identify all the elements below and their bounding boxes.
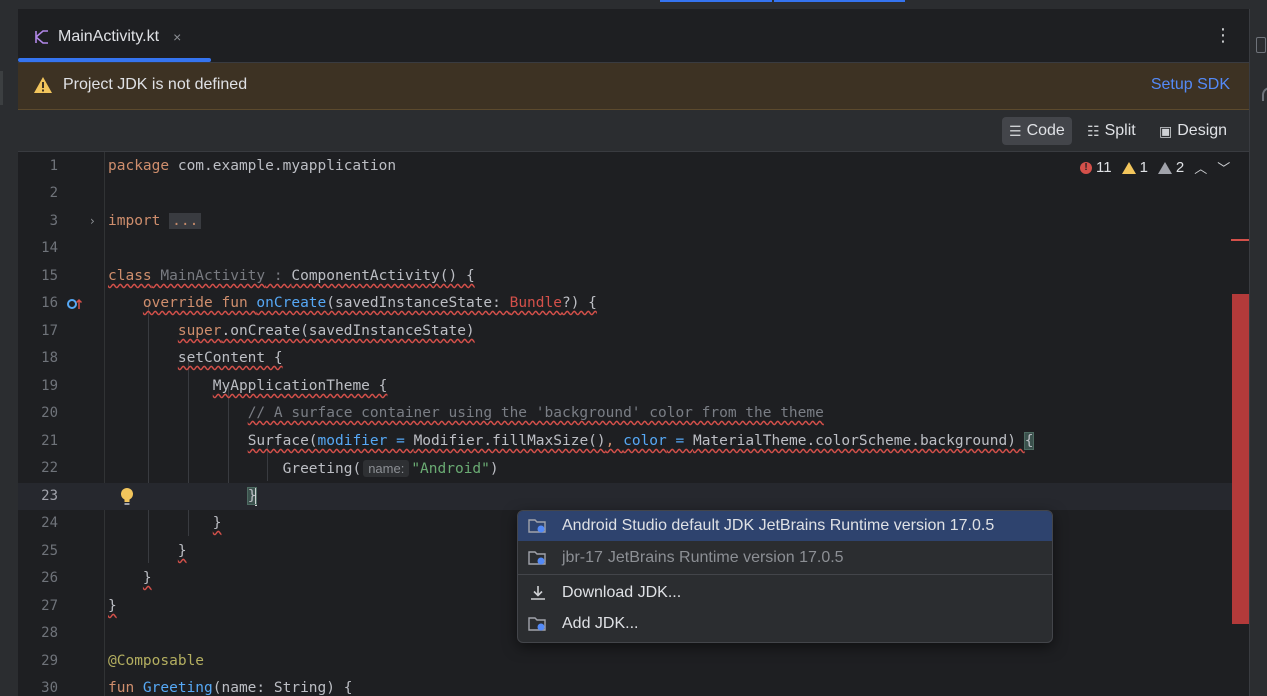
code-line: 17 super.onCreate(savedInstanceState) <box>41 323 475 339</box>
code-line: 20 // A surface container using the 'bac… <box>41 405 824 421</box>
setup-sdk-link[interactable]: Setup SDK <box>1151 76 1230 94</box>
design-mode-button[interactable]: ▣ Design <box>1152 117 1234 145</box>
jdk-warning-banner: Project JDK is not defined Setup SDK <box>18 63 1249 110</box>
code-line: 18 setContent { <box>41 350 283 366</box>
code-line: 14 <box>41 240 58 256</box>
code-line: 1 package com.example.myapplication <box>49 158 397 174</box>
banner-message: Project JDK is not defined <box>63 76 248 93</box>
editor-tab-bar: MainActivity.kt × ⋮ <box>18 9 1249 63</box>
close-icon[interactable]: × <box>173 29 181 45</box>
left-tool-strip <box>0 9 18 696</box>
fold-expand-icon[interactable]: › <box>90 208 95 235</box>
code-line: 15 class MainActivity : ComponentActivit… <box>41 268 475 284</box>
code-line: 16 override fun onCreate(savedInstanceSt… <box>41 295 597 311</box>
download-icon <box>531 586 545 600</box>
error-marker[interactable] <box>1231 239 1249 241</box>
jdk-option-default[interactable]: Android Studio default JDK JetBrains Run… <box>518 511 1052 541</box>
code-line: 2 <box>49 185 58 201</box>
code-line: 21 Surface(modifier = Modifier.fillMaxSi… <box>41 432 1035 450</box>
active-tab-indicator <box>18 58 211 62</box>
design-mode-label: Design <box>1177 122 1228 139</box>
editor-mode-bar: ☰ Code ☷ Split ▣ Design <box>18 110 1249 152</box>
error-stripe[interactable] <box>1232 294 1249 624</box>
code-mode-label: Code <box>1026 122 1065 139</box>
import-fold[interactable]: ... <box>169 213 202 229</box>
design-mode-icon: ▣ <box>1159 122 1173 139</box>
notifications-icon[interactable] <box>1256 37 1266 53</box>
left-tool-handle[interactable] <box>0 71 3 105</box>
top-indicator-left <box>660 0 772 2</box>
jdk-option-jbr17[interactable]: jbr-17 JetBrains Runtime version 17.0.5 <box>518 543 1052 573</box>
add-jdk-option[interactable]: Add JDK... <box>518 609 1052 639</box>
code-line: 3 › import ... <box>18 208 1232 235</box>
jdk-selection-popup: Android Studio default JDK JetBrains Run… <box>517 510 1053 643</box>
popup-separator <box>518 574 1052 575</box>
code-line: 30 fun Greeting(name: String) { <box>41 680 353 696</box>
more-options-icon[interactable]: ⋮ <box>1214 27 1232 47</box>
split-mode-label: Split <box>1104 122 1136 139</box>
parameter-hint: name: <box>363 460 410 477</box>
jdk-folder-icon <box>528 519 546 533</box>
code-mode-icon: ☰ <box>1009 122 1022 139</box>
warning-icon <box>34 77 52 93</box>
top-indicator-right <box>774 0 905 2</box>
window-top-bar <box>0 0 1267 9</box>
jdk-folder-icon <box>528 551 546 565</box>
text-caret <box>255 486 258 506</box>
code-mode-button[interactable]: ☰ Code <box>1002 117 1072 145</box>
split-mode-icon: ☷ <box>1087 122 1100 139</box>
code-line: 29 @Composable <box>41 653 205 669</box>
kotlin-file-icon <box>35 30 48 44</box>
gradle-icon[interactable] <box>1262 87 1267 101</box>
download-jdk-option[interactable]: Download JDK... <box>518 578 1052 608</box>
tab-mainactivity[interactable]: MainActivity.kt × <box>34 23 181 51</box>
code-line: 22 Greeting(name: "Android") <box>41 460 499 477</box>
right-tool-strip <box>1249 9 1267 696</box>
override-gutter-icon[interactable] <box>67 297 83 311</box>
tab-label: MainActivity.kt <box>58 28 160 45</box>
current-code-line: 23 } <box>18 483 1232 510</box>
code-line: 19 MyApplicationTheme { <box>41 378 388 394</box>
jdk-folder-icon <box>528 617 546 631</box>
split-mode-button[interactable]: ☷ Split <box>1080 117 1143 145</box>
